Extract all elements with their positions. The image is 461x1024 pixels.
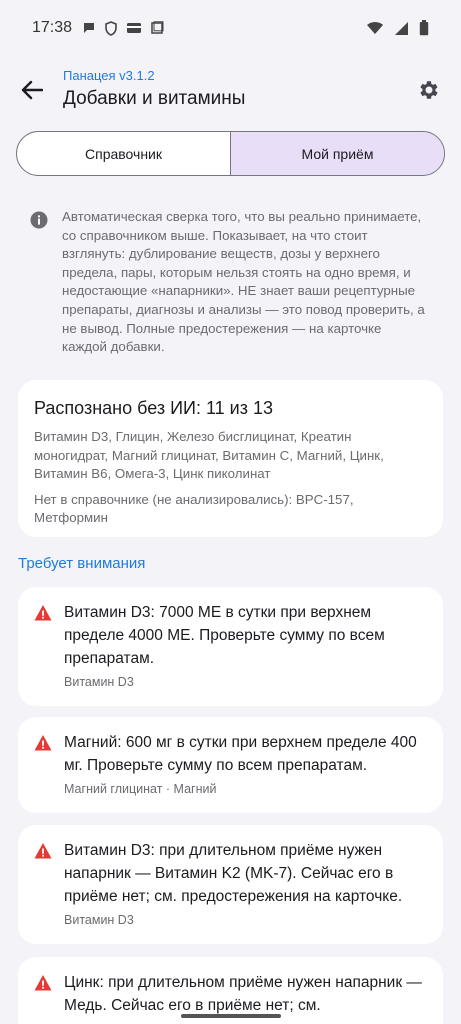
gear-icon (420, 81, 438, 99)
app-version: Панацея v3.1.2 (63, 68, 155, 83)
warning-card[interactable]: Магний: 600 мг в сутки при верхнем преде… (18, 717, 443, 813)
home-indicator[interactable] (181, 1014, 281, 1018)
not-found-list: Нет в справочнике (не анализировались): … (34, 491, 354, 526)
chat-bubble-icon (84, 23, 95, 33)
shield-icon (105, 20, 117, 36)
app-bar: Панацея v3.1.2 Добавки и витамины (0, 60, 461, 124)
warning-icon (34, 843, 52, 859)
info-note: Автоматическая сверка того, что вы реаль… (30, 208, 430, 357)
settings-button[interactable] (413, 74, 445, 106)
warning-source: Витамин D3 (64, 675, 134, 689)
summary-card: Распознано без ИИ: 11 из 13 Витамин D3, … (18, 380, 443, 537)
recognized-list: Витамин D3, Глицин, Железо бисглицинат, … (34, 429, 384, 482)
signal-icon (395, 21, 408, 35)
segmented-tabs: Справочник Мой приём (16, 131, 445, 176)
warning-icon (34, 735, 52, 751)
screen-icon (151, 21, 164, 34)
warning-card[interactable]: Витамин D3: при длительном приёме нужен … (18, 825, 443, 944)
warning-icon (34, 605, 52, 621)
summary-title: Распознано без ИИ: 11 из 13 (34, 398, 274, 418)
warning-text: Магний: 600 мг в сутки при верхнем преде… (64, 734, 417, 774)
info-text: Автоматическая сверка того, что вы реаль… (62, 209, 425, 355)
tab-my-intake[interactable]: Мой приём (230, 132, 444, 175)
attention-section-title: Требует внимания (18, 555, 146, 572)
status-bar: 17:38 (0, 0, 461, 56)
warning-source: Магний глицинат · Магний (64, 782, 217, 796)
status-time: 17:38 (32, 19, 73, 36)
warning-card[interactable]: Витамин D3: 7000 МЕ в сутки при верхнем … (18, 587, 443, 706)
wifi-icon (367, 21, 383, 34)
warning-text: Цинк: при длительном приёме нужен напарн… (64, 974, 422, 1014)
warning-source: Витамин D3 (64, 913, 134, 927)
back-button[interactable] (16, 74, 48, 106)
info-icon (30, 211, 48, 229)
arrow-left-icon (21, 80, 43, 100)
tab-reference[interactable]: Справочник (17, 132, 230, 175)
warning-icon (34, 975, 52, 991)
warning-text: Витамин D3: 7000 МЕ в сутки при верхнем … (64, 604, 385, 667)
page-title: Добавки и витамины (63, 88, 246, 109)
card-icon (127, 23, 142, 33)
battery-icon (419, 20, 429, 36)
warning-text: Витамин D3: при длительном приёме нужен … (64, 842, 403, 905)
